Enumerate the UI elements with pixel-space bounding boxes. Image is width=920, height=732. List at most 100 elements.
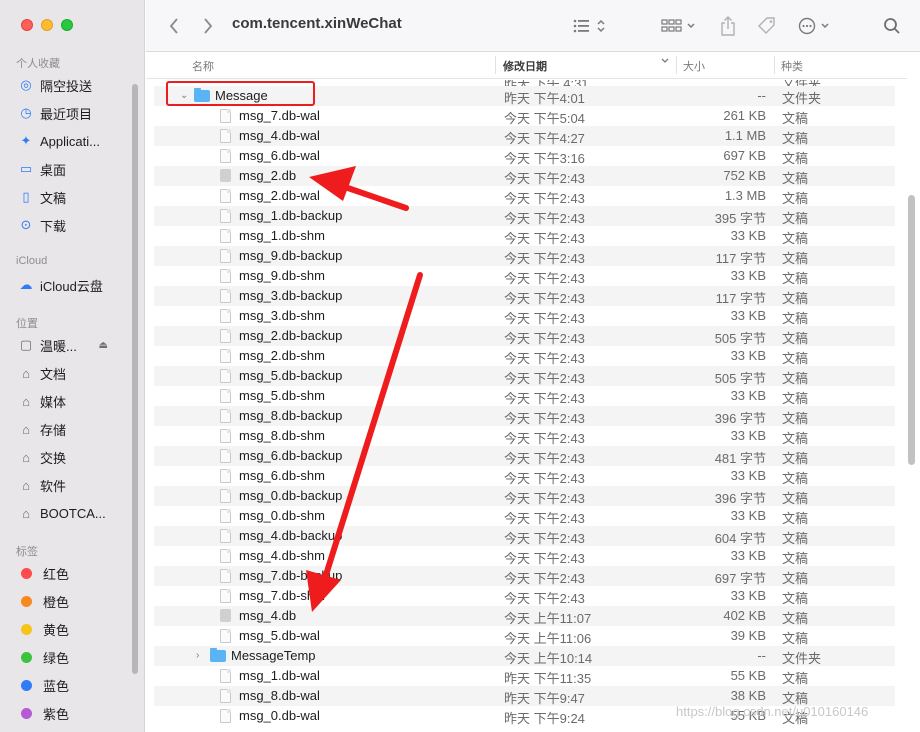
file-name-cell: msg_2.db xyxy=(220,168,296,183)
column-divider[interactable] xyxy=(495,56,496,74)
file-name-cell: msg_7.db-shm xyxy=(220,588,325,603)
file-size: 33 KB xyxy=(730,548,766,563)
file-row[interactable]: msg_5.db-wal 今天 上午11:06 39 KB 文稿 xyxy=(154,626,895,646)
eject-icon[interactable]: ⏏ xyxy=(99,340,108,351)
sidebar-item[interactable]: ⌂ 软件 xyxy=(18,474,136,496)
sidebar-item[interactable]: ⌂ 文档 xyxy=(18,362,136,384)
file-list: 昨天 下午 4:31 文件夹 ⌄Message昨天 下午4:01--文件夹msg… xyxy=(146,80,907,732)
document-icon xyxy=(220,268,231,283)
column-size[interactable]: 大小 xyxy=(683,58,705,74)
sidebar-item[interactable]: ▭ 桌面 xyxy=(18,158,136,180)
file-row[interactable]: msg_3.db-backup 今天 下午2:43 117 字节 文稿 xyxy=(154,286,895,306)
file-date: 今天 下午2:43 xyxy=(504,371,585,386)
sidebar-scrollbar[interactable] xyxy=(132,84,138,674)
list-view-button[interactable] xyxy=(570,14,614,38)
back-button[interactable] xyxy=(164,14,184,38)
file-row[interactable]: msg_4.db-backup 今天 下午2:43 604 字节 文稿 xyxy=(154,526,895,546)
sidebar-item[interactable]: ⊙ 下载 xyxy=(18,214,136,236)
file-row[interactable]: msg_7.db-backup 今天 下午2:43 697 字节 文稿 xyxy=(154,566,895,586)
sidebar-tag[interactable]: 红色 xyxy=(18,562,136,584)
file-kind: 文稿 xyxy=(782,611,809,626)
airdrop-icon: ◎ xyxy=(20,77,32,92)
cloud-icon: ☁ xyxy=(19,277,33,292)
column-date[interactable]: 修改日期 xyxy=(503,58,547,74)
file-kind: 文稿 xyxy=(782,451,809,466)
action-button[interactable] xyxy=(796,14,836,38)
zoom-button[interactable] xyxy=(61,19,73,31)
sidebar-tag[interactable]: 蓝色 xyxy=(18,674,136,696)
sidebar-tag[interactable]: 橙色 xyxy=(18,590,136,612)
file-row[interactable]: msg_5.db-shm 今天 下午2:43 33 KB 文稿 xyxy=(154,386,895,406)
file-name: msg_0.db-backup xyxy=(239,488,343,503)
search-icon xyxy=(884,18,900,34)
file-row[interactable]: msg_4.db-wal 今天 下午4:27 1.1 MB 文稿 xyxy=(154,126,895,146)
file-name: msg_6.db-shm xyxy=(239,468,325,483)
sidebar-item[interactable]: ◷ 最近项目 xyxy=(18,102,136,124)
group-button[interactable] xyxy=(660,14,700,38)
file-row[interactable]: msg_2.db-shm 今天 下午2:43 33 KB 文稿 xyxy=(154,346,895,366)
file-row[interactable]: msg_9.db-backup 今天 下午2:43 117 字节 文稿 xyxy=(154,246,895,266)
sidebar-tag[interactable]: 绿色 xyxy=(18,646,136,668)
file-row[interactable]: msg_8.db-wal 昨天 下午9:47 38 KB 文稿 xyxy=(154,686,895,706)
file-row[interactable]: msg_6.db-wal 今天 下午3:16 697 KB 文稿 xyxy=(154,146,895,166)
document-icon xyxy=(220,128,231,143)
file-row[interactable]: msg_7.db-wal 今天 下午5:04 261 KB 文稿 xyxy=(154,106,895,126)
file-name: msg_1.db-backup xyxy=(239,208,343,223)
file-size: 1.1 MB xyxy=(724,128,766,143)
file-row[interactable]: msg_8.db-backup 今天 下午2:43 396 字节 文稿 xyxy=(154,406,895,426)
document-icon xyxy=(220,528,231,543)
share-button[interactable] xyxy=(718,14,738,38)
sidebar-item[interactable]: ▯ 文稿 xyxy=(18,186,136,208)
file-row[interactable]: msg_8.db-shm 今天 下午2:43 33 KB 文稿 xyxy=(154,426,895,446)
sidebar-item[interactable]: ⌂ 存储 xyxy=(18,418,136,440)
file-row[interactable]: msg_2.db 今天 下午2:43 752 KB 文稿 xyxy=(154,166,895,186)
file-row[interactable]: msg_0.db-shm 今天 下午2:43 33 KB 文稿 xyxy=(154,506,895,526)
column-name[interactable]: 名称 xyxy=(192,58,214,74)
file-row[interactable]: msg_9.db-shm 今天 下午2:43 33 KB 文稿 xyxy=(154,266,895,286)
file-size: 117 字节 xyxy=(715,251,766,266)
file-row[interactable]: msg_5.db-backup 今天 下午2:43 505 字节 文稿 xyxy=(154,366,895,386)
file-row[interactable]: msg_0.db-backup 今天 下午2:43 396 字节 文稿 xyxy=(154,486,895,506)
forward-button[interactable] xyxy=(198,14,218,38)
file-row[interactable]: msg_6.db-shm 今天 下午2:43 33 KB 文稿 xyxy=(154,466,895,486)
column-divider[interactable] xyxy=(676,56,677,74)
file-size: -- xyxy=(757,648,766,663)
file-row[interactable]: msg_4.db-shm 今天 下午2:43 33 KB 文稿 xyxy=(154,546,895,566)
minimize-button[interactable] xyxy=(41,19,53,31)
file-row[interactable]: msg_2.db-wal 今天 下午2:43 1.3 MB 文稿 xyxy=(154,186,895,206)
sidebar-item[interactable]: ▢ 温暖... ⏏ xyxy=(18,334,136,356)
file-name: msg_2.db-backup xyxy=(239,328,343,343)
file-row[interactable]: msg_3.db-shm 今天 下午2:43 33 KB 文稿 xyxy=(154,306,895,326)
close-button[interactable] xyxy=(21,19,33,31)
sidebar-tag[interactable]: 紫色 xyxy=(18,702,136,724)
file-row[interactable]: msg_1.db-shm 今天 下午2:43 33 KB 文稿 xyxy=(154,226,895,246)
file-row[interactable]: msg_1.db-backup 今天 下午2:43 395 字节 文稿 xyxy=(154,206,895,226)
sidebar-tag-label: 绿色 xyxy=(43,650,70,666)
sidebar-item[interactable]: ⌂ 交换 xyxy=(18,446,136,468)
column-divider[interactable] xyxy=(774,56,775,74)
sidebar-item[interactable]: ⌂ 媒体 xyxy=(18,390,136,412)
file-row[interactable]: msg_1.db-wal 昨天 下午11:35 55 KB 文稿 xyxy=(154,666,895,686)
file-size: 33 KB xyxy=(730,308,766,323)
file-name-cell: msg_0.db-wal xyxy=(220,708,320,723)
sidebar-item-label: 隔空投送 xyxy=(40,78,93,94)
document-icon xyxy=(220,288,231,303)
search-button[interactable] xyxy=(882,14,902,38)
sidebar-tag[interactable]: 黄色 xyxy=(18,618,136,640)
disclosure-closed-icon[interactable]: › xyxy=(196,650,206,661)
file-row[interactable]: msg_2.db-backup 今天 下午2:43 505 字节 文稿 xyxy=(154,326,895,346)
sidebar-item[interactable]: ✦ Applicati... xyxy=(18,130,136,152)
file-row[interactable]: msg_4.db 今天 上午11:07 402 KB 文稿 xyxy=(154,606,895,626)
column-kind[interactable]: 种类 xyxy=(781,58,803,74)
tag-button[interactable] xyxy=(756,14,778,38)
sidebar-item[interactable]: ⌂ BOOTCA... xyxy=(18,502,136,524)
file-row[interactable]: › MessageTemp 今天 上午10:14 -- 文件夹 xyxy=(154,646,895,666)
file-name: msg_9.db-backup xyxy=(239,248,343,263)
file-row[interactable]: msg_6.db-backup 今天 下午2:43 481 字节 文稿 xyxy=(154,446,895,466)
file-date: 今天 下午2:43 xyxy=(504,331,585,346)
sidebar-item[interactable]: ☁ iCloud云盘 xyxy=(18,274,136,296)
file-row[interactable]: msg_7.db-shm 今天 下午2:43 33 KB 文稿 xyxy=(154,586,895,606)
drive-icon: ⌂ xyxy=(22,505,30,521)
sidebar-item[interactable]: ◎ 隔空投送 xyxy=(18,74,136,96)
file-list-scrollbar[interactable] xyxy=(908,195,915,465)
